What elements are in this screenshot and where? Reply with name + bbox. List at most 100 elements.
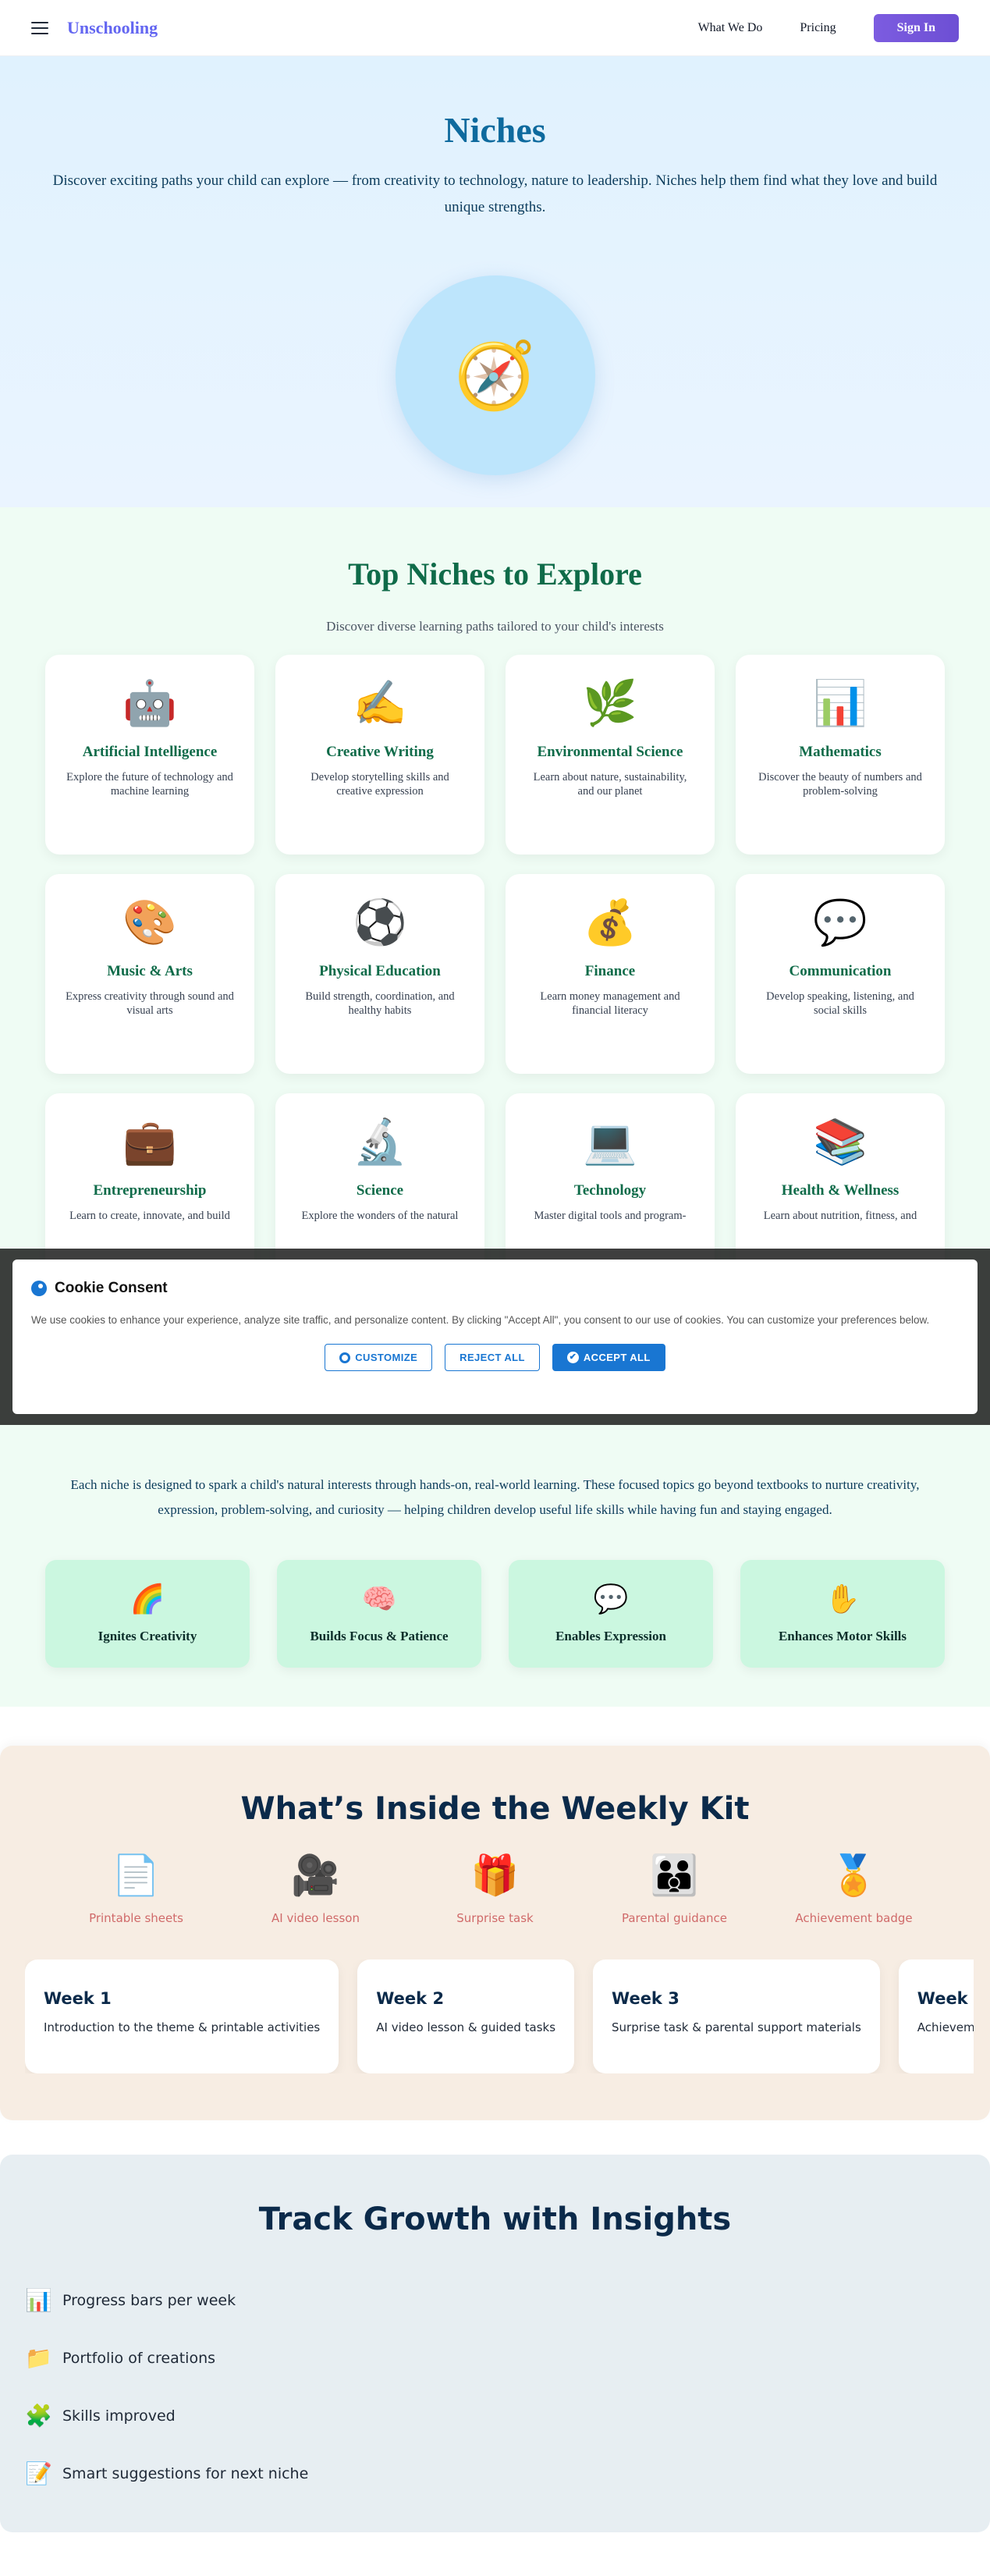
kit-item-label: Printable sheets bbox=[89, 1911, 183, 1925]
palette-icon: 🎨 bbox=[122, 899, 177, 947]
niche-description: Develop speaking, listening, and social … bbox=[766, 990, 914, 1017]
kit-item: 📄 Printable sheets bbox=[74, 1850, 199, 1925]
raised-hand-icon: ✋ bbox=[825, 1583, 860, 1615]
insight-label: Portfolio of creations bbox=[62, 2350, 216, 2367]
niche-title: Artificial Intelligence bbox=[82, 744, 218, 760]
document-icon: 📄 bbox=[112, 1853, 161, 1897]
benefit-title: Enhances Motor Skills bbox=[778, 1629, 907, 1643]
rainbow-icon: 🌈 bbox=[130, 1583, 165, 1615]
week-card[interactable]: Week 1 Introduction to the theme & printa… bbox=[25, 1960, 339, 2073]
week-title: Week 3 bbox=[612, 1989, 680, 2008]
speech-bubble-icon: 💬 bbox=[813, 899, 868, 947]
niche-card-communication[interactable]: 💬 Communication Develop speaking, listenin… bbox=[736, 874, 945, 1074]
robot-icon: 🤖 bbox=[122, 680, 177, 728]
kit-item-label: AI video lesson bbox=[271, 1911, 360, 1925]
speech-bubble-icon: 💬 bbox=[593, 1583, 629, 1615]
top-nav: Unschooling What We Do Pricing Sign In bbox=[0, 0, 990, 56]
benefit-title: Ignites Creativity bbox=[98, 1629, 197, 1643]
list-item: 📁 Portfolio of creations bbox=[25, 2329, 990, 2387]
kit-item-label: Achievement badge bbox=[795, 1911, 913, 1925]
soccer-ball-icon: ⚽ bbox=[353, 899, 407, 947]
niche-description: Explore the future of technology and mac… bbox=[66, 771, 233, 798]
niche-title: Entrepreneurship bbox=[93, 1182, 207, 1199]
folder-icon: 📁 bbox=[25, 2347, 52, 2371]
niches-heading: Top Niches to Explore bbox=[348, 556, 642, 592]
benefit-card: 🧠 Builds Focus & Patience bbox=[277, 1560, 481, 1668]
niche-card-finance[interactable]: 💰 Finance Learn money management and finan… bbox=[506, 874, 715, 1074]
niche-description: Express creativity through sound and vis… bbox=[66, 990, 234, 1017]
insight-label: Progress bars per week bbox=[62, 2292, 236, 2309]
hamburger-menu-icon[interactable] bbox=[31, 21, 48, 34]
kit-heading: What’s Inside the Weekly Kit bbox=[240, 1791, 750, 1827]
week-title: Week 2 bbox=[376, 1989, 445, 2008]
benefit-title: Builds Focus & Patience bbox=[310, 1629, 449, 1643]
nav-link-pricing[interactable]: Pricing bbox=[800, 21, 836, 35]
insights-heading: Track Growth with Insights bbox=[258, 2201, 732, 2237]
microscope-icon: 🔬 bbox=[353, 1118, 407, 1167]
list-item: 🧩 Skills improved bbox=[25, 2387, 990, 2445]
niche-title: Mathematics bbox=[799, 744, 882, 760]
gear-icon bbox=[339, 1352, 351, 1363]
list-item: 📝 Smart suggestions for next niche bbox=[25, 2445, 990, 2503]
accept-all-button[interactable]: ✔ ACCEPT ALL bbox=[552, 1344, 665, 1371]
weekly-kit-section: What’s Inside the Weekly Kit 📄 Printable … bbox=[0, 1746, 990, 2120]
compass-icon: 🧭 bbox=[454, 339, 536, 413]
nav-link-what-we-do[interactable]: What We Do bbox=[698, 21, 763, 35]
benefit-card: 💬 Enables Expression bbox=[509, 1560, 713, 1668]
niche-description: Learn about nature, sustainability, and … bbox=[533, 771, 687, 798]
cookie-actions: CUSTOMIZE REJECT ALL ✔ ACCEPT ALL bbox=[31, 1344, 959, 1371]
family-icon: 👪 bbox=[650, 1853, 699, 1897]
puzzle-icon: 🧩 bbox=[25, 2404, 52, 2429]
niche-grid: 🤖 Artificial Intelligence Explore the futu… bbox=[45, 655, 945, 1293]
niche-title: Health & Wellness bbox=[781, 1182, 900, 1199]
page-title: Niches bbox=[444, 110, 546, 150]
niche-card-creative-writing[interactable]: ✍️ Creative Writing Develop storytelling s… bbox=[275, 655, 484, 855]
benefit-card: ✋ Enhances Motor Skills bbox=[740, 1560, 945, 1668]
week-card[interactable]: Week 3 Surprise task & parental support m… bbox=[593, 1960, 880, 2073]
niche-card-physical-education[interactable]: ⚽ Physical Education Build strength, coord… bbox=[275, 874, 484, 1074]
niches-subtitle: Discover diverse learning paths tailored… bbox=[326, 619, 664, 634]
cookie-text: We use cookies to enhance your experienc… bbox=[31, 1314, 930, 1326]
hero-illustration: 🧭 bbox=[395, 275, 595, 475]
insights-section: Track Growth with Insights 📊 Progress bar… bbox=[0, 2155, 990, 2532]
accept-label: ACCEPT ALL bbox=[583, 1352, 651, 1363]
week-description: Introduction to the theme & printable ac… bbox=[44, 2020, 321, 2034]
week-card[interactable]: Week 4 Achievement badge bbox=[898, 1960, 974, 2073]
week-description: Surprise task & parental support materia… bbox=[612, 2020, 861, 2034]
niche-card-mathematics[interactable]: 📊 Mathematics Discover the beauty of numbe… bbox=[736, 655, 945, 855]
cookie-header: Cookie Consent bbox=[31, 1280, 959, 1297]
money-bag-icon: 💰 bbox=[583, 899, 637, 947]
kit-items: 📄 Printable sheets 🎥 AI video lesson 🎁 Surp… bbox=[35, 1850, 956, 1925]
nav-links: What We Do Pricing Sign In bbox=[698, 13, 959, 42]
week-title: Week 4 bbox=[917, 1989, 974, 2008]
niche-description: Develop storytelling skills and creative… bbox=[310, 771, 449, 798]
niche-card-artificial-intelligence[interactable]: 🤖 Artificial Intelligence Explore the futu… bbox=[45, 655, 254, 855]
sign-in-button[interactable]: Sign In bbox=[873, 13, 959, 42]
writing-hand-icon: ✍️ bbox=[353, 680, 407, 728]
benefit-card: 🌈 Ignites Creativity bbox=[45, 1560, 250, 1668]
niche-title: Physical Education bbox=[319, 963, 441, 979]
bar-chart-icon: 📊 bbox=[25, 2289, 52, 2313]
cookie-banner-overlay: Cookie Consent We use cookies to enhance… bbox=[0, 1249, 990, 1425]
weeks-carousel[interactable]: Week 1 Introduction to the theme & printa… bbox=[25, 1960, 974, 2073]
week-card[interactable]: Week 2 AI video lesson & guided tasks bbox=[357, 1960, 575, 2073]
niche-card-environmental-science[interactable]: 🌿 Environmental Science Learn about nature… bbox=[506, 655, 715, 855]
kit-item: 🏅 Achievement badge bbox=[792, 1850, 917, 1925]
reject-all-button[interactable]: REJECT ALL bbox=[445, 1344, 540, 1371]
customize-button[interactable]: CUSTOMIZE bbox=[325, 1344, 433, 1371]
kit-item-label: Parental guidance bbox=[621, 1911, 728, 1925]
gift-icon: 🎁 bbox=[470, 1853, 520, 1897]
niche-description: Learn money management and financial lit… bbox=[540, 990, 680, 1017]
cookie-title: Cookie Consent bbox=[55, 1280, 168, 1296]
insights-list: 📊 Progress bars per week 📁 Portfolio of cr… bbox=[25, 2272, 990, 2503]
video-camera-icon: 🎥 bbox=[291, 1853, 340, 1897]
niche-card-music-arts[interactable]: 🎨 Music & Arts Express creativity through … bbox=[45, 874, 254, 1074]
brand-logo[interactable]: Unschooling bbox=[67, 18, 158, 38]
niches-about-text: Each niche is designed to spark a child'… bbox=[70, 1477, 920, 1517]
niche-description: Discover the beauty of numbers and probl… bbox=[758, 771, 922, 798]
brain-icon: 🧠 bbox=[361, 1583, 397, 1615]
medal-icon: 🏅 bbox=[829, 1853, 878, 1897]
niche-title: Creative Writing bbox=[326, 744, 434, 760]
laptop-icon: 💻 bbox=[583, 1118, 637, 1167]
kit-item: 👪 Parental guidance bbox=[612, 1850, 737, 1925]
